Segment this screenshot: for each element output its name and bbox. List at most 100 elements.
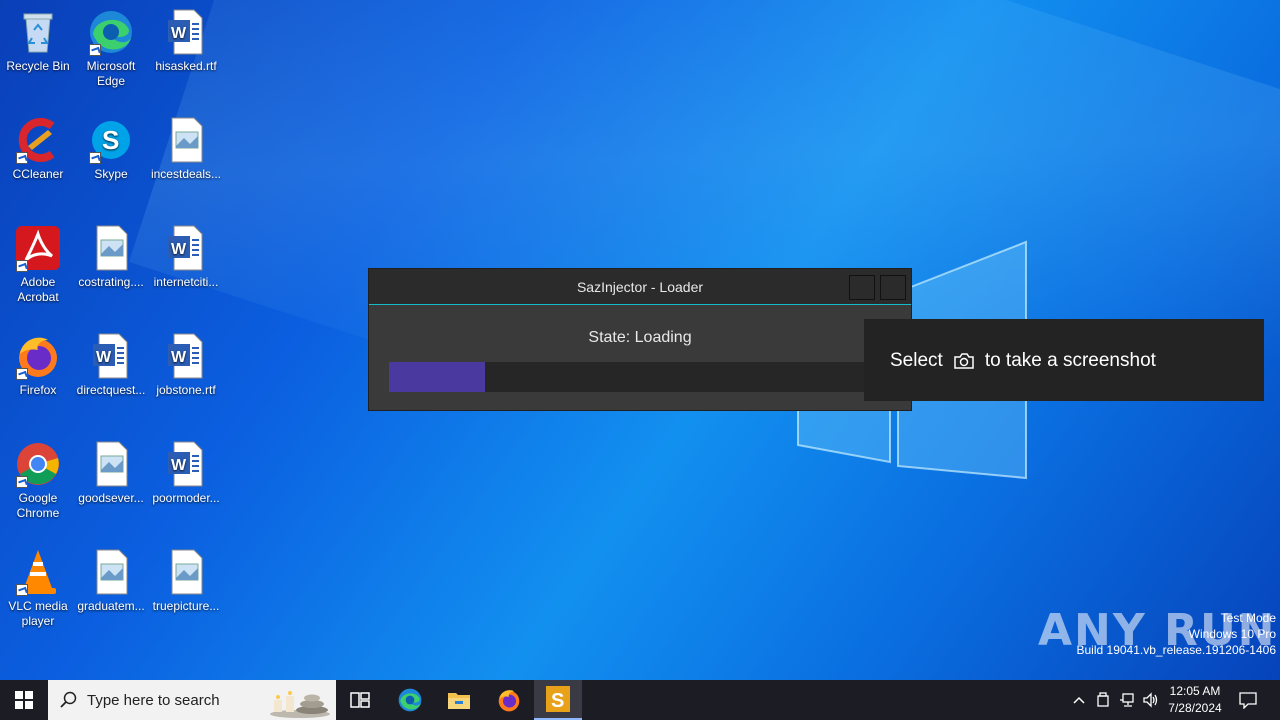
desktop-icon-label: Microsoft Edge (86, 59, 136, 88)
image-file-icon (87, 440, 135, 488)
window-title: SazInjector - Loader (576, 279, 704, 295)
desktop-icon-label: directquest... (76, 383, 146, 397)
image-file-icon (162, 548, 210, 596)
close-button[interactable] (880, 275, 906, 300)
word-document-icon: W (162, 332, 210, 380)
desktop-icon-costrating[interactable]: costrating.... (73, 224, 149, 290)
state-label: State: Loading (588, 329, 692, 346)
watermark-line-1: Test Mode (1220, 611, 1276, 625)
firefox-icon (14, 332, 62, 380)
desktop-icon-label: Adobe Acrobat (17, 275, 59, 304)
task-view-button[interactable] (336, 680, 384, 720)
taskbar-search-box[interactable]: Type here to search (48, 680, 336, 720)
task-view-icon (350, 692, 370, 708)
desktop-icon-recycle-bin[interactable]: Recycle Bin (0, 8, 76, 74)
screenshot-toast[interactable]: Select to take a screenshot (864, 319, 1264, 401)
edge-icon (87, 8, 135, 56)
shortcut-arrow-icon (89, 152, 101, 164)
removable-device-icon (1097, 692, 1109, 707)
word-document-icon: W (162, 8, 210, 56)
search-placeholder: Type here to search (87, 691, 220, 709)
svg-text:W: W (171, 241, 187, 258)
taskbar-sazinjector-button[interactable]: S (534, 680, 582, 720)
desktop-icon-label: graduatem... (77, 599, 145, 613)
desktop-icon-label: Firefox (19, 383, 57, 397)
clock-date: 7/28/2024 (1168, 701, 1222, 715)
desktop-icon-label: internetciti... (153, 275, 219, 289)
desktop-icon-skype[interactable]: S Skype (73, 116, 149, 182)
desktop-icon-label: jobstone.rtf (156, 383, 216, 397)
taskbar-firefox-button[interactable] (485, 680, 533, 720)
progress-bar (389, 362, 893, 392)
desktop-icon-label: CCleaner (12, 167, 64, 181)
taskbar-file-explorer-button[interactable] (435, 680, 483, 720)
image-file-icon (87, 224, 135, 272)
desktop-icon-internetciti[interactable]: W internetciti... (148, 224, 224, 290)
watermark-line-2: Windows 10 Pro (1188, 627, 1276, 641)
taskbar-edge-button[interactable] (386, 680, 434, 720)
chrome-icon (14, 440, 62, 488)
search-highlight-candles-icon (270, 691, 330, 718)
svg-text:W: W (171, 457, 187, 474)
desktop-icon-truepicture[interactable]: truepicture... (148, 548, 224, 614)
watermark-line-3: Build 19041.vb_release.191206-1406 (1076, 643, 1277, 657)
shortcut-arrow-icon (16, 152, 28, 164)
recycle-bin-icon (14, 8, 62, 56)
desktop-icon-graduatem[interactable]: graduatem... (73, 548, 149, 614)
desktop-icon-firefox[interactable]: Firefox (0, 332, 76, 398)
taskbar-clock[interactable]: 12:05 AM 7/28/2024 (1160, 683, 1230, 717)
edge-icon (398, 688, 422, 712)
toast-text-screenshot: to take a screenshot (984, 350, 1156, 371)
tray-volume-button[interactable] (1140, 680, 1162, 720)
desktop-icon-label: Skype (94, 167, 128, 181)
shortcut-arrow-icon (16, 368, 28, 380)
start-button[interactable] (0, 680, 48, 720)
word-document-icon: W (162, 224, 210, 272)
toast-text-select: Select (890, 350, 943, 371)
desktop-icon-label: goodsever... (78, 491, 144, 505)
tray-device-button[interactable] (1092, 680, 1114, 720)
show-hidden-icons-button[interactable] (1068, 680, 1090, 720)
skype-icon: S (87, 116, 135, 164)
vlc-icon (14, 548, 62, 596)
shortcut-arrow-icon (16, 584, 28, 596)
tray-network-button[interactable] (1116, 680, 1138, 720)
desktop-icon-directquest[interactable]: W directquest... (73, 332, 149, 398)
desktop-icon-label: truepicture... (152, 599, 220, 613)
svg-text:W: W (171, 25, 187, 42)
clock-time: 12:05 AM (1169, 684, 1221, 698)
desktop-icon-jobstone[interactable]: W jobstone.rtf (148, 332, 224, 398)
progress-bar-fill (389, 362, 485, 392)
desktop-icon-ccleaner[interactable]: CCleaner (0, 116, 76, 182)
desktop-icon-hisasked[interactable]: W hisasked.rtf (148, 8, 224, 74)
word-document-icon: W (162, 440, 210, 488)
word-document-icon: W (87, 332, 135, 380)
notifications-icon (1239, 692, 1257, 709)
desktop-icon-poormoder[interactable]: W poormoder... (148, 440, 224, 506)
desktop-icon-label: VLC media player (8, 599, 68, 628)
desktop-icon-label: Google Chrome (16, 491, 60, 520)
desktop-icon-incestdeals[interactable]: incestdeals... (148, 116, 224, 182)
network-icon (1120, 693, 1134, 707)
acrobat-icon (14, 224, 62, 272)
loader-titlebar[interactable]: SazInjector - Loader (369, 269, 911, 305)
sazinjector-icon: S (546, 686, 570, 712)
camera-icon (954, 353, 974, 369)
desktop-icon-adobe-acrobat[interactable]: Adobe Acrobat (0, 224, 76, 305)
test-mode-watermark: Test Mode Windows 10 Pro Build 19041.vb_… (1077, 610, 1277, 658)
desktop-icon-vlc[interactable]: VLC media player (0, 548, 76, 629)
desktop-icon-google-chrome[interactable]: Google Chrome (0, 440, 76, 521)
svg-text:W: W (171, 349, 187, 366)
shortcut-arrow-icon (89, 44, 101, 56)
desktop-icon-goodsever[interactable]: goodsever... (73, 440, 149, 506)
loader-window[interactable]: SazInjector - Loader State: Loading (368, 268, 912, 411)
minimize-button[interactable] (849, 275, 875, 300)
svg-text:S: S (551, 690, 564, 712)
file-explorer-icon (448, 693, 470, 709)
desktop-icon-label: Recycle Bin (6, 59, 70, 73)
action-center-button[interactable] (1234, 680, 1262, 720)
image-file-icon (162, 116, 210, 164)
svg-text:S: S (102, 125, 119, 155)
search-icon (60, 691, 77, 708)
desktop-icon-microsoft-edge[interactable]: Microsoft Edge (73, 8, 149, 89)
